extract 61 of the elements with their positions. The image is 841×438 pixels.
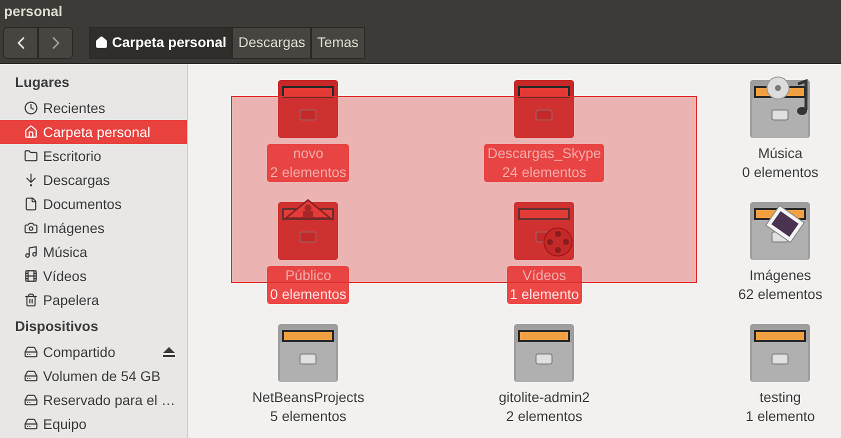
camera-icon <box>24 221 38 235</box>
sidebar-item[interactable]: Escritorio <box>0 144 188 168</box>
sidebar-heading: Lugares <box>15 72 70 92</box>
drive-icon <box>24 369 38 383</box>
drive-icon <box>24 345 38 359</box>
file-label[interactable]: Música 0 elementos <box>739 144 822 182</box>
window-title: personal <box>4 2 62 21</box>
item-count: 0 elementos <box>742 163 818 182</box>
path-button[interactable]: Temas <box>311 26 365 58</box>
file-name: Descargas_Skype <box>487 144 602 163</box>
sidebar-item[interactable]: Volumen de 54 GB <box>0 364 188 388</box>
file-label[interactable]: gitolite-admin2 2 elementos <box>496 388 593 426</box>
sidebar-item[interactable]: Vídeos <box>0 264 188 288</box>
home-icon <box>95 36 108 49</box>
folder-icon <box>24 149 38 163</box>
path-button[interactable]: Carpeta personal <box>89 26 232 58</box>
back-button[interactable] <box>3 26 38 58</box>
path-button[interactable]: Descargas <box>232 26 312 58</box>
trash-icon <box>24 293 38 307</box>
clock-icon <box>24 101 38 115</box>
eject-icon[interactable] <box>163 347 176 357</box>
sidebar-item[interactable]: Descargas <box>0 168 188 192</box>
file-cabinet-icon <box>276 198 340 262</box>
file-name: testing <box>760 388 801 407</box>
file-name: Vídeos <box>522 266 566 285</box>
file-name: gitolite-admin2 <box>498 388 590 407</box>
sidebar-item[interactable]: Documentos <box>0 192 188 216</box>
document-icon <box>24 197 38 211</box>
item-count: 2 elementos <box>270 163 346 182</box>
film-icon <box>24 269 38 283</box>
file-name: Imágenes <box>750 266 812 285</box>
home-icon <box>24 125 38 139</box>
sidebar-item[interactable]: Recientes <box>0 96 188 120</box>
file-name: novo <box>293 144 324 163</box>
music-icon <box>24 245 38 259</box>
download-icon <box>24 173 38 187</box>
sidebar-item[interactable]: Música <box>0 240 188 264</box>
drive-icon <box>24 393 38 407</box>
file-label[interactable]: testing 1 elemento <box>742 388 818 426</box>
sidebar-item[interactable]: Papelera <box>0 288 188 312</box>
item-count: 2 elementos <box>506 407 582 426</box>
sidebar-item[interactable]: Equipo <box>0 412 188 436</box>
sidebar-item[interactable]: Reservado para el … <box>0 388 188 412</box>
file-label[interactable]: NetBeansProjects 5 elementos <box>249 388 368 426</box>
item-count: 0 elementos <box>270 285 346 304</box>
file-name: Música <box>758 144 802 163</box>
item-count: 1 elemento <box>510 285 579 304</box>
file-name: Público <box>285 266 332 285</box>
item-count: 1 elemento <box>746 407 815 426</box>
sidebar-item[interactable]: Imágenes <box>0 216 188 240</box>
file-cabinet-icon <box>748 76 812 140</box>
forward-button[interactable] <box>38 26 73 58</box>
sidebar-item[interactable]: Carpeta personal <box>0 120 188 144</box>
item-count: 5 elementos <box>270 407 346 426</box>
item-count: 62 elementos <box>738 285 822 304</box>
item-count: 24 elementos <box>502 163 586 182</box>
file-name: NetBeansProjects <box>252 388 364 407</box>
file-label[interactable]: Imágenes 62 elementos <box>735 266 826 304</box>
sidebar-heading: Dispositivos <box>15 316 98 336</box>
sidebar-item[interactable]: Compartido <box>0 340 188 364</box>
drive-icon <box>24 417 38 431</box>
